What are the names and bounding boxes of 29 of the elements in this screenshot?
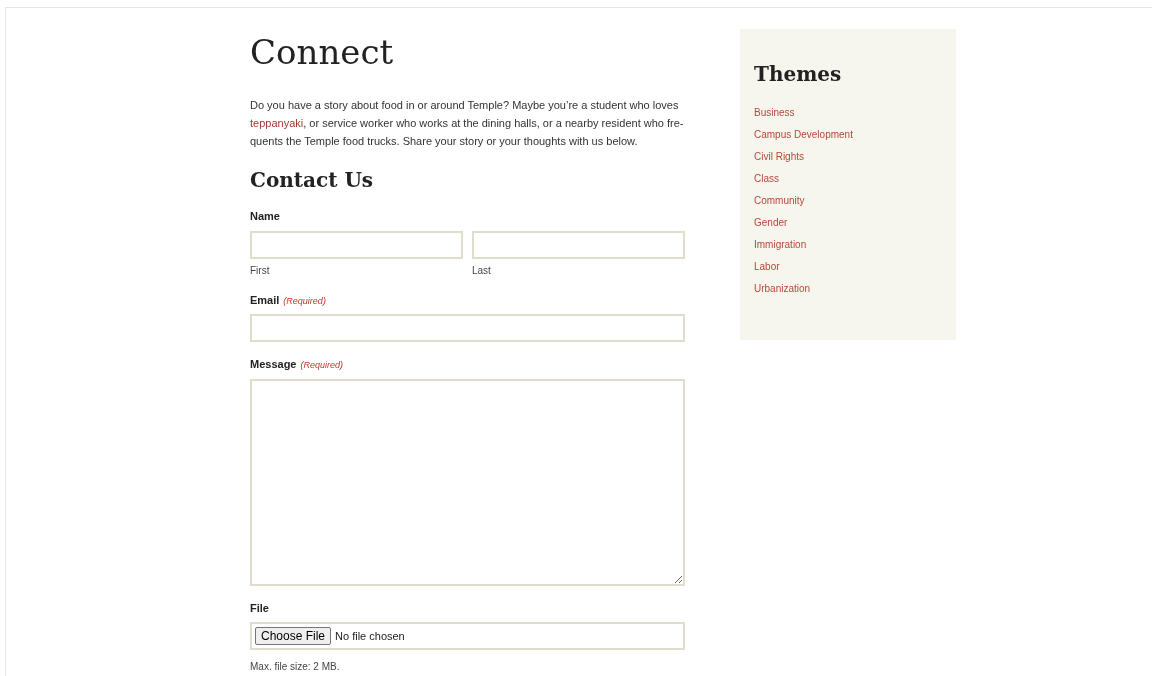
required-note: (Required) (300, 359, 343, 372)
file-field[interactable]: Choose File No file chosen (250, 622, 685, 650)
message-field[interactable] (250, 378, 685, 586)
choose-file-button[interactable]: Choose File (255, 627, 332, 645)
sub-label: First (250, 263, 271, 278)
email-field[interactable] (250, 314, 685, 342)
theme-link[interactable]: Immigration (754, 237, 942, 252)
theme-link[interactable]: Business (754, 105, 942, 120)
theme-link[interactable]: Gender (754, 215, 942, 230)
sidebar-title: Themes (754, 61, 843, 87)
field-label: Name (250, 209, 281, 224)
intro-paragraph: Do you have a story about food in or around Temple? Maybe you’re a student who loves teppanyaki, or service worker who works at the dining halls, or a nearby resident who fre-quents the Temple food trucks. Share your story or your thoughts with us below. (250, 98, 685, 149)
field-label: File (250, 600, 270, 616)
field-label: Email (250, 292, 280, 308)
theme-link[interactable]: Class (754, 171, 942, 186)
last-name-field[interactable] (472, 230, 685, 259)
theme-link[interactable]: Civil Rights (754, 149, 942, 164)
page-title: Connect (250, 31, 395, 74)
sub-label: Last (472, 263, 492, 278)
theme-link[interactable]: Community (754, 193, 942, 208)
required-note: (Required) (283, 294, 326, 308)
theme-link[interactable]: Labor (754, 259, 942, 274)
file-status: No file chosen (335, 628, 405, 644)
theme-link[interactable]: Urbanization (754, 281, 942, 296)
file-size-note: Max. file size: 2 MB. (250, 660, 341, 673)
theme-link[interactable]: Campus Development (754, 127, 942, 142)
first-name-field[interactable] (250, 230, 463, 259)
form-title: Contact Us (250, 167, 375, 194)
field-label: Message (250, 357, 297, 372)
